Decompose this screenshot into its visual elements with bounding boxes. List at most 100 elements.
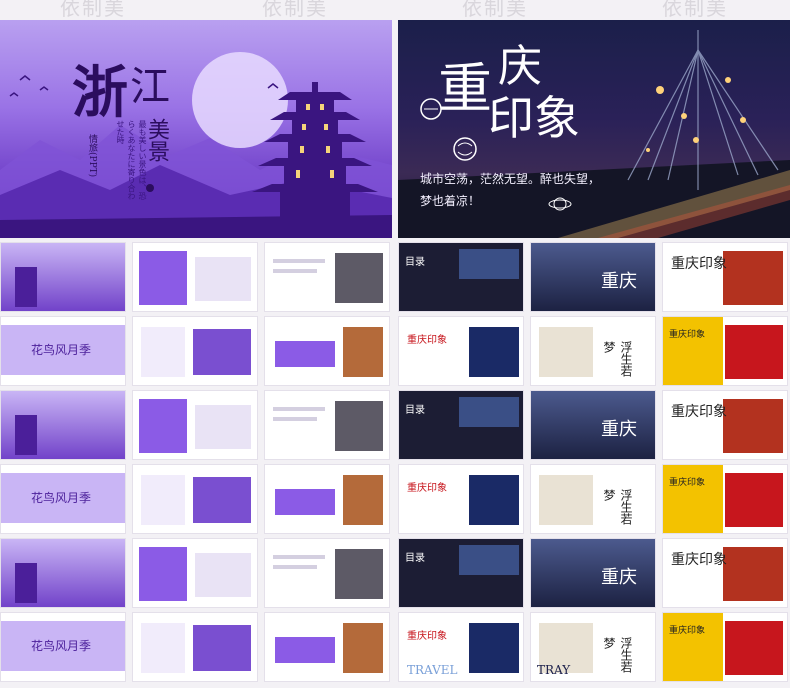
chongqing-impression-label: 重庆印象 xyxy=(671,404,727,420)
night-photo xyxy=(469,327,519,377)
photo-thumb xyxy=(343,623,383,673)
purple-panel xyxy=(139,399,187,453)
menu-label: 目录 xyxy=(405,553,425,564)
slide-thumbnail[interactable] xyxy=(132,390,258,460)
zhejiang-title-char-1: 浙 xyxy=(72,60,128,126)
text-line xyxy=(273,259,325,263)
slide-thumbnail[interactable]: 重庆印象 xyxy=(662,242,788,312)
chongqing-impression-label: 重庆印象 xyxy=(407,483,447,494)
photo-thumb xyxy=(335,253,383,303)
slide-thumbnail[interactable]: 重庆 xyxy=(530,242,656,312)
chongqing-quote-line-1: 城市空荡，茫然无望。醉也失望， xyxy=(420,172,601,186)
menu-label: 目录 xyxy=(405,257,425,268)
travel-label: TRAVEL xyxy=(407,663,458,677)
photo-thumb xyxy=(193,477,251,523)
text-placeholder xyxy=(195,405,251,449)
slide-thumbnail[interactable]: 重庆印象 xyxy=(398,316,524,386)
slide-thumbnail[interactable]: 花鸟风月季 xyxy=(0,612,126,682)
text-line xyxy=(273,555,325,559)
hotpot-photo xyxy=(723,547,783,601)
chongqing-impression-label: 重庆印象 xyxy=(671,256,727,272)
chongqing-impression-label: 重庆印象 xyxy=(669,330,706,340)
watermark: 依制美 xyxy=(60,0,126,20)
slide-thumbnail[interactable]: 重庆印象 xyxy=(398,464,524,534)
chongqing-label: 重庆 xyxy=(601,419,637,440)
night-skyline xyxy=(531,539,655,607)
slide-thumbnail[interactable] xyxy=(264,316,390,386)
poem-label: 浮生若梦 xyxy=(602,341,633,377)
slide-thumbnail[interactable]: 浮生若梦 TRAY xyxy=(530,612,656,682)
slide-thumbnail[interactable]: 浮生若梦 xyxy=(530,464,656,534)
purple-panel xyxy=(139,547,187,601)
noodle-icon xyxy=(453,137,477,161)
slide-thumbnail[interactable] xyxy=(132,464,258,534)
slide-thumbnail[interactable]: 花鸟风月季 xyxy=(0,316,126,386)
photo-thumb xyxy=(335,401,383,451)
chongqing-impression-label: 重庆印象 xyxy=(407,631,447,642)
slide-thumbnail[interactable]: 重庆印象 xyxy=(662,390,788,460)
slide-thumbnail[interactable] xyxy=(132,242,258,312)
purple-banner xyxy=(275,489,335,515)
chongqing-quote-line-2: 梦也着凉！ xyxy=(420,194,481,208)
slide-thumbnail[interactable]: 目录 xyxy=(398,538,524,608)
slide-thumbnail[interactable]: 重庆印象 xyxy=(662,612,788,682)
chongqing-impression-label: 重庆印象 xyxy=(669,478,706,488)
chongqing-cover-slide[interactable]: 重 庆 印象 城市空荡，茫然无望。醉也失望， 梦也着凉！ xyxy=(398,20,790,238)
zhejiang-cover-slide[interactable]: 浙 江 美景 最も美しい景色は、恐らくあなたに寄り合わせた時 情旅(PPT) xyxy=(0,20,392,238)
night-photo xyxy=(469,623,519,673)
city-image xyxy=(459,249,519,279)
slide-thumbnail[interactable]: 重庆 xyxy=(530,538,656,608)
zhejiang-landscape-illustration xyxy=(0,52,392,238)
text-block xyxy=(141,327,185,377)
watermark: 依制美 xyxy=(662,0,728,20)
slide-thumbnail[interactable]: 浮生若梦 xyxy=(530,316,656,386)
chongqing-label: 重庆 xyxy=(601,567,637,588)
slide-thumbnail[interactable] xyxy=(132,316,258,386)
text-block xyxy=(141,623,185,673)
hotpot-photo xyxy=(725,621,783,675)
purple-banner xyxy=(275,341,335,367)
text-line xyxy=(273,417,317,421)
script-title: 花鸟风月季 xyxy=(31,491,92,505)
slide-thumbnail[interactable]: 目录 xyxy=(398,390,524,460)
slide-thumbnail[interactable] xyxy=(264,538,390,608)
slide-thumbnail[interactable]: 花鸟风月季 xyxy=(0,464,126,534)
chongqing-title-char-1: 重 xyxy=(438,57,492,120)
photo-thumb xyxy=(193,329,251,375)
photo-thumb xyxy=(343,327,383,377)
slide-thumbnail[interactable]: 重庆印象 xyxy=(662,316,788,386)
hotpot-photo xyxy=(723,399,783,453)
slide-thumbnail[interactable] xyxy=(264,464,390,534)
slide-thumbnail[interactable] xyxy=(132,612,258,682)
chongqing-label: 重庆 xyxy=(601,271,637,292)
purple-panel xyxy=(139,251,187,305)
text-placeholder xyxy=(195,257,251,301)
slide-thumbnail[interactable]: 重庆印象 xyxy=(662,538,788,608)
slide-thumbnail[interactable] xyxy=(264,390,390,460)
slide-thumbnail[interactable]: 重庆印象 xyxy=(662,464,788,534)
hotpot-photo xyxy=(725,473,783,527)
slide-thumbnail[interactable]: 目录 xyxy=(398,242,524,312)
slide-thumbnail[interactable] xyxy=(0,242,126,312)
script-title: 花鸟风月季 xyxy=(31,639,92,653)
poem-label: 浮生若梦 xyxy=(602,489,633,525)
photo-thumb xyxy=(193,625,251,671)
hotpot-photo xyxy=(723,251,783,305)
text-line xyxy=(273,269,317,273)
slide-thumbnail[interactable] xyxy=(264,612,390,682)
city-image xyxy=(459,397,519,427)
city-photo xyxy=(539,475,593,525)
text-placeholder xyxy=(195,553,251,597)
night-photo xyxy=(469,475,519,525)
watermark: 依制美 xyxy=(462,0,528,20)
slide-thumbnail[interactable]: 重庆印象 TRAVEL xyxy=(398,612,524,682)
planet-icon xyxy=(548,197,572,211)
slide-thumbnail[interactable] xyxy=(264,242,390,312)
slide-thumbnail[interactable] xyxy=(132,538,258,608)
slide-thumbnail[interactable] xyxy=(0,390,126,460)
dot-icon xyxy=(146,184,154,192)
chongqing-impression-label: 重庆印象 xyxy=(669,626,706,636)
slide-thumbnail[interactable] xyxy=(0,538,126,608)
slide-thumbnail[interactable]: 重庆 xyxy=(530,390,656,460)
text-line xyxy=(273,407,325,411)
